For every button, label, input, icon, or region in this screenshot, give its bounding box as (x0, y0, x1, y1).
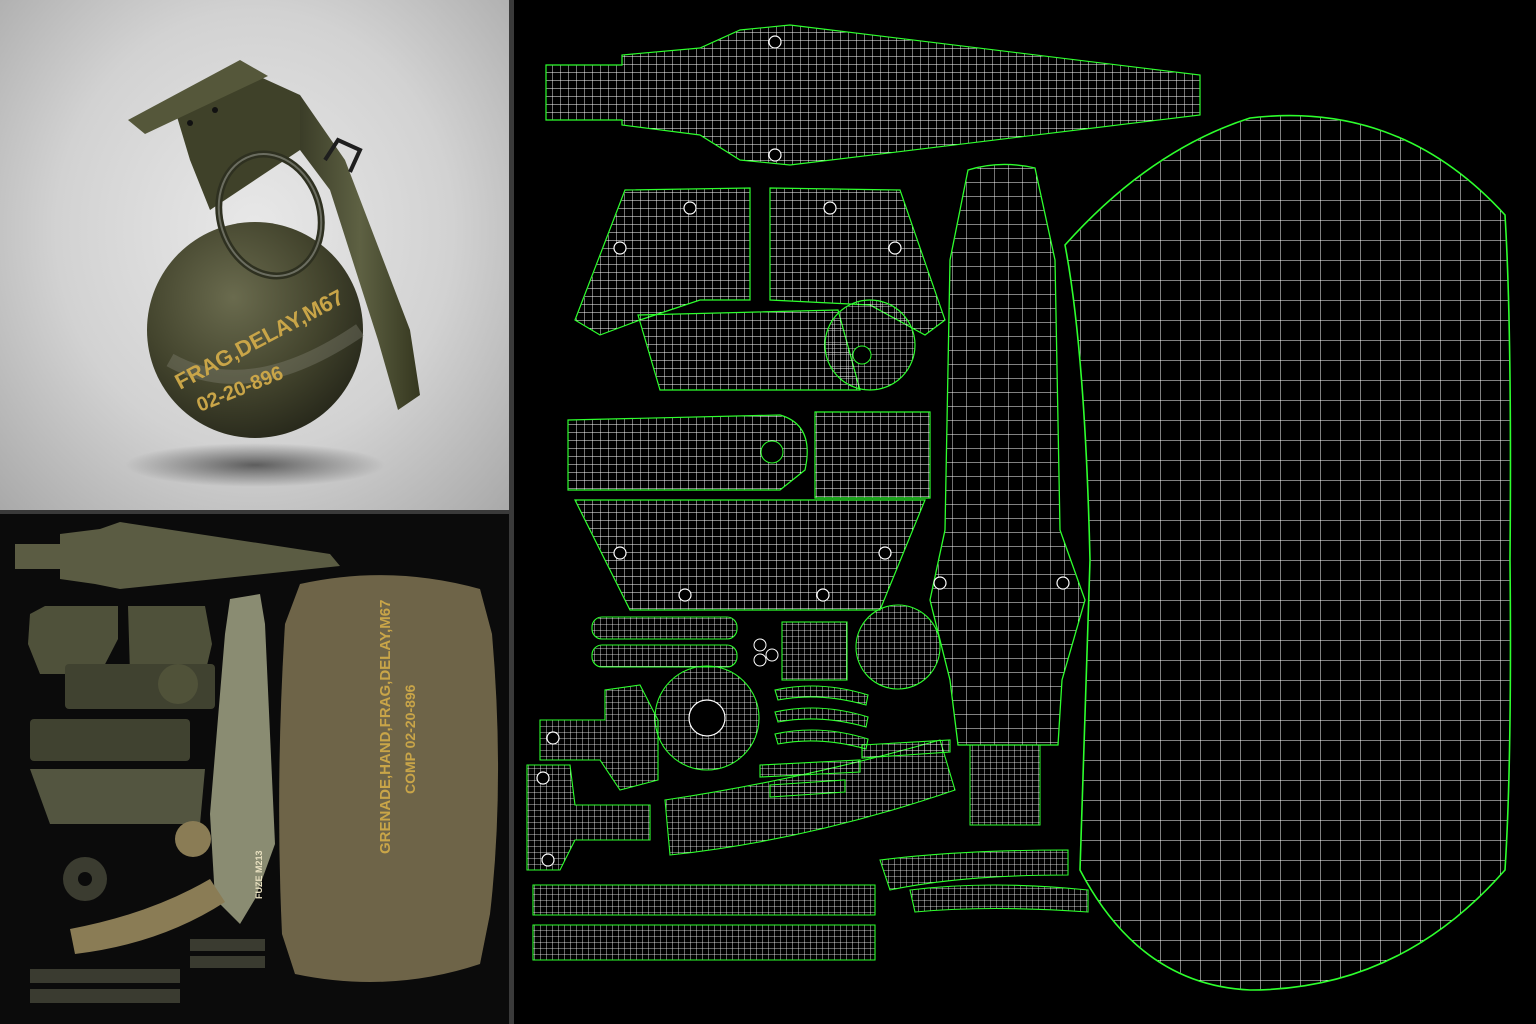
grenade-render: FRAG,DELAY,M67 02-20-896 (125, 60, 420, 487)
texture-map: FUZE M213 GRENADE,HAND,FRAG,DELAY,M67 CO… (0, 514, 509, 1024)
tex-lever-strip (15, 522, 340, 589)
panel-divider-horizontal (0, 510, 509, 514)
tex-body-label-2: COMP 02-20-896 (402, 684, 418, 794)
uv-cap-disc (855, 604, 941, 690)
tex-fuze-wide (30, 769, 205, 824)
uv-lever-strip (545, 24, 1201, 166)
uv-clip-square (814, 411, 931, 499)
uv-small-square (781, 621, 848, 681)
panel-divider-vertical (509, 0, 514, 1024)
uv-spring-strip-2 (532, 924, 876, 961)
uv-pin-strip-1 (591, 616, 738, 640)
tex-fuze-right (128, 606, 212, 674)
ground-shadow (125, 443, 385, 487)
uv-fuze-wide (574, 499, 926, 611)
uv-wireframe (526, 24, 1512, 991)
uv-fuze-long (929, 163, 1086, 746)
tex-fuze-label: FUZE M213 (254, 850, 264, 899)
uv-layout-viewport (514, 0, 1536, 1024)
uv-coil-2 (909, 884, 1089, 913)
render-viewport: FRAG,DELAY,M67 02-20-896 (0, 0, 509, 510)
uv-hub-circle (824, 299, 916, 391)
uv-spring-strip-1 (532, 884, 876, 916)
tex-clip-block (30, 719, 190, 761)
uv-coil-1 (879, 849, 1069, 891)
uv-fuze-tail (969, 744, 1041, 826)
uv-pin-strip-2 (591, 644, 738, 668)
uv-body-shell (1064, 114, 1512, 991)
texture-atlas: FUZE M213 GRENADE,HAND,FRAG,DELAY,M67 CO… (15, 522, 499, 1003)
tex-fuze-long (210, 594, 275, 924)
tex-fuze-left (28, 606, 118, 674)
tex-body-label-1: GRENADE,HAND,FRAG,DELAY,M67 (377, 600, 394, 854)
tex-cap-disc (175, 821, 211, 857)
